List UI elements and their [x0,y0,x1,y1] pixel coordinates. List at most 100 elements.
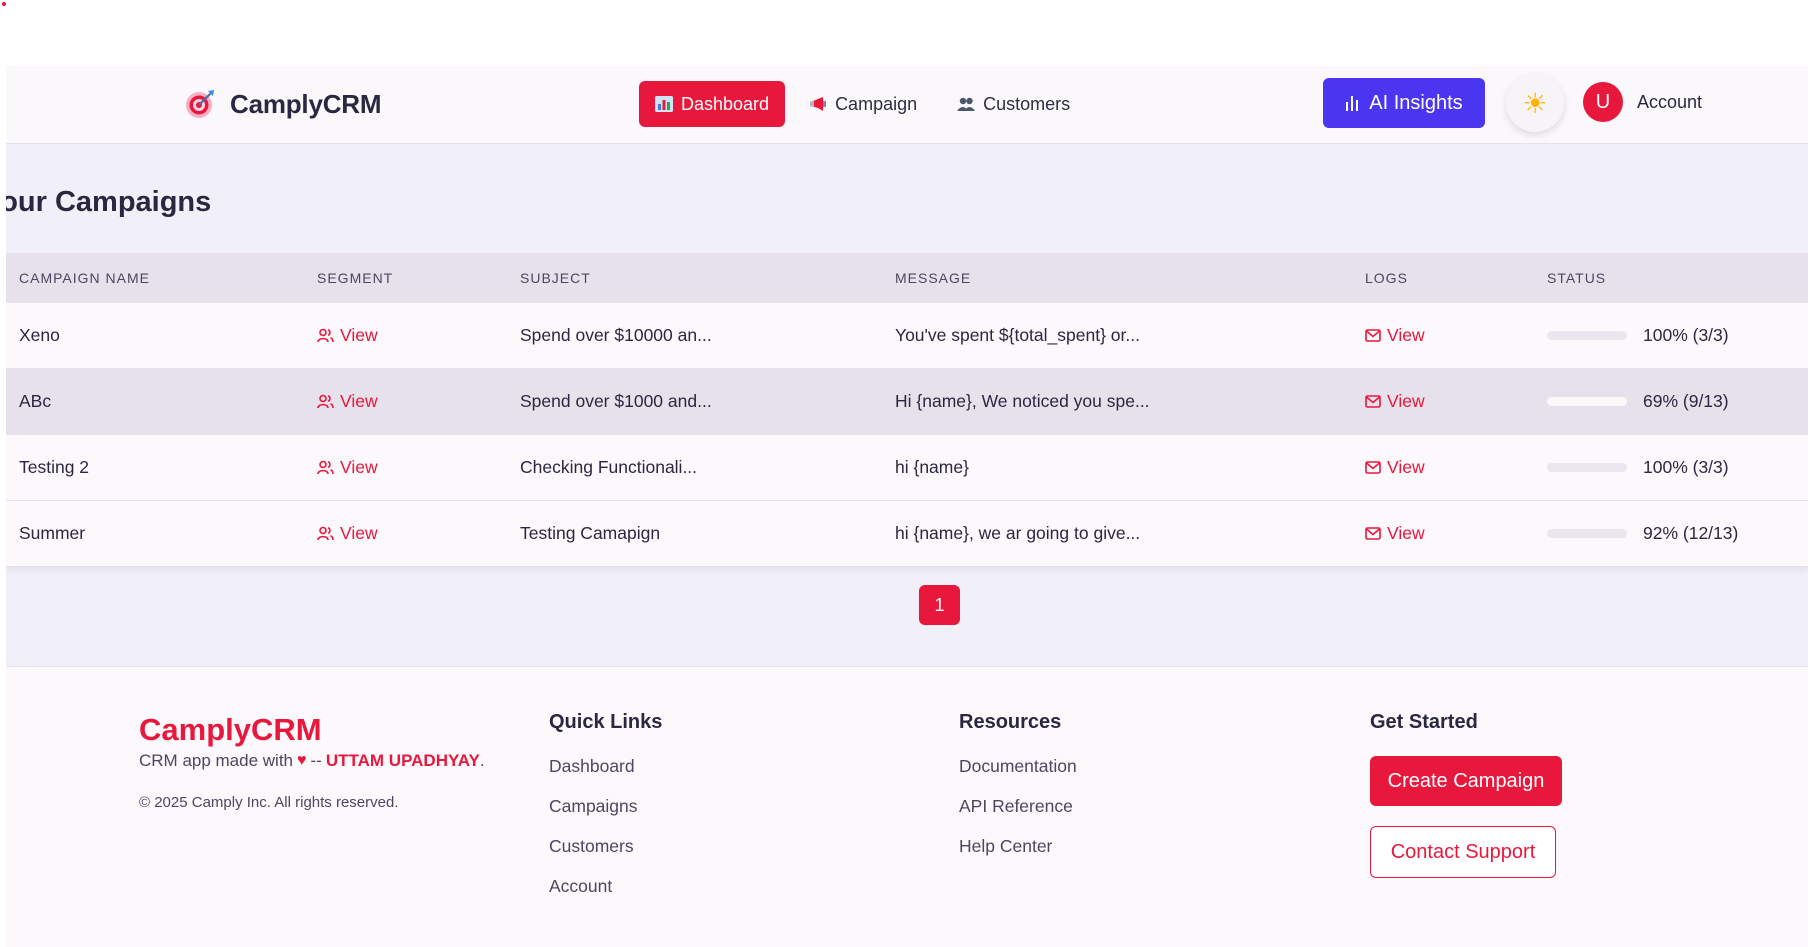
campaign-message: hi {name}, we ar going to give... [895,523,1141,543]
mail-icon [1365,461,1381,474]
segment-view-label: View [340,391,378,411]
logs-view-label: View [1387,523,1425,543]
footer-link-documentation[interactable]: Documentation [959,756,1077,796]
heart-icon: ♥ [297,752,307,769]
theme-toggle-button[interactable]: ☀ [1506,74,1564,132]
footer-link-campaigns[interactable]: Campaigns [549,796,662,836]
segment-view-link[interactable]: View [317,457,378,478]
main-nav: Dashboard Campaign Customers [639,81,1086,127]
footer-link-help-center[interactable]: Help Center [959,836,1077,876]
users-icon [957,97,976,111]
footer: CamplyCRM CRM app made with ♥ -- UTTAM U… [6,666,1808,947]
sun-icon: ☀ [1522,87,1548,119]
segment-view-label: View [340,523,378,543]
brand[interactable]: CamplyCRM [184,88,382,120]
col-logs: LOGS [1365,270,1408,286]
app: CamplyCRM Dashboard Campaign Customers A… [6,66,1808,947]
users-icon [317,394,334,409]
nav-campaign-label: Campaign [835,93,918,114]
col-subject: SUBJECT [520,270,591,286]
users-icon [317,526,334,541]
logs-view-link[interactable]: View [1365,457,1425,478]
author-link[interactable]: UTTAM UPADHYAY [326,751,480,771]
mail-icon [1365,329,1381,342]
target-logo-icon [186,90,214,118]
segment-view-label: View [340,457,378,477]
segment-view-link[interactable]: View [317,325,378,346]
progress-bar [1547,331,1627,340]
quick-links-title: Quick Links [549,711,663,733]
campaign-name: ABc [19,391,52,411]
pagination-page-1[interactable]: 1 [919,585,960,625]
corner-dot [2,2,6,6]
avatar: U [1583,82,1623,122]
contact-support-button[interactable]: Contact Support [1370,826,1556,878]
megaphone-icon [810,97,827,111]
status-cell: 100% (3/3) [1547,325,1729,346]
footer-brand: CamplyCRM [139,712,322,747]
quick-links-section: Quick Links Dashboard Campaigns Customer… [549,711,662,916]
resources-title: Resources [959,711,1062,733]
logs-view-label: View [1387,457,1425,477]
campaign-name: Summer [19,523,86,543]
table-row: Summer View Testing Camapign hi {name}, … [6,501,1808,567]
nav-customers[interactable]: Customers [941,81,1086,127]
page-title-text: Your Campaigns [6,186,212,218]
campaign-message: Hi {name}, We noticed you spe... [895,391,1150,411]
logs-view-label: View [1387,325,1425,345]
col-message: MESSAGE [895,270,972,286]
mail-icon [1365,395,1381,408]
campaign-subject: Spend over $1000 and... [520,391,712,411]
tagline-end: . [479,751,485,770]
users-icon [317,460,334,475]
logs-view-link[interactable]: View [1365,391,1425,412]
status-cell: 92% (12/13) [1547,523,1738,544]
get-started-title: Get Started [1370,711,1478,733]
status-cell: 100% (3/3) [1547,457,1729,478]
logs-view-link[interactable]: View [1365,523,1425,544]
progress-bar [1547,397,1627,406]
campaign-subject: Spend over $10000 an... [520,325,712,345]
resources-section: Resources Documentation API Reference He… [959,711,1077,876]
ai-insights-button[interactable]: AI Insights [1323,78,1485,128]
nav-customers-label: Customers [983,93,1071,114]
status-cell: 69% (9/13) [1547,391,1729,412]
footer-tagline: CRM app made with ♥ -- UTTAM UPADHYAY. [139,751,485,771]
col-segment: SEGMENT [317,270,394,286]
footer-link-api-reference[interactable]: API Reference [959,796,1077,836]
status-text: 100% (3/3) [1643,457,1729,477]
campaign-subject: Checking Functionali... [520,457,698,477]
nav-dashboard[interactable]: Dashboard [639,81,786,127]
campaign-name: Testing 2 [19,457,90,477]
footer-link-account[interactable]: Account [549,876,662,916]
account-menu[interactable]: U Account [1583,82,1702,122]
footer-link-dashboard[interactable]: Dashboard [549,756,662,796]
campaign-name: Xeno [19,325,60,345]
footer-link-customers[interactable]: Customers [549,836,662,876]
top-navbar: CamplyCRM Dashboard Campaign Customers A… [6,66,1808,144]
segment-view-link[interactable]: View [317,523,378,544]
tagline-sep: -- [310,751,322,770]
bar-chart-icon [1346,96,1359,111]
campaigns-table: CAMPAIGN NAME SEGMENT SUBJECT MESSAGE LO… [6,253,1808,567]
logs-view-label: View [1387,391,1425,411]
table-row: Testing 2 View Checking Functionali... h… [6,435,1808,501]
campaign-message: You've spent ${total_spent} or... [895,325,1140,345]
page-title: Your Campaigns [6,186,211,219]
segment-view-link[interactable]: View [317,391,378,412]
campaign-subject: Testing Camapign [520,523,661,543]
mail-icon [1365,527,1381,540]
ai-insights-label: AI Insights [1369,91,1463,114]
create-campaign-button[interactable]: Create Campaign [1370,756,1562,806]
campaign-message: hi {name} [895,457,969,477]
progress-bar [1547,463,1627,472]
segment-view-label: View [340,325,378,345]
nav-campaign[interactable]: Campaign [793,81,933,127]
table-header: CAMPAIGN NAME SEGMENT SUBJECT MESSAGE LO… [6,253,1808,303]
bar-chart-icon [655,96,673,112]
progress-bar [1547,529,1627,538]
brand-name: CamplyCRM [230,88,382,119]
logs-view-link[interactable]: View [1365,325,1425,346]
col-status: STATUS [1547,270,1607,286]
status-text: 100% (3/3) [1643,325,1729,345]
